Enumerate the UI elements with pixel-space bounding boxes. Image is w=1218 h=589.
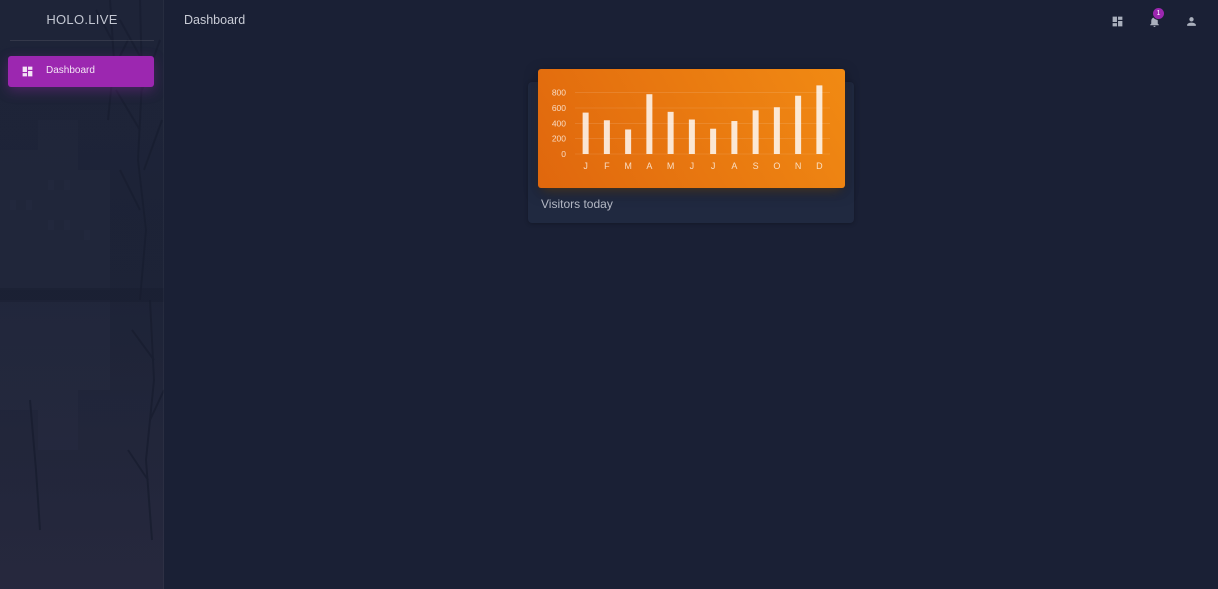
chart-bar[interactable] <box>582 112 589 154</box>
brand-separator <box>10 40 154 41</box>
x-tick-label: O <box>773 161 780 171</box>
x-tick-label: M <box>624 161 632 171</box>
sidebar-divider <box>163 0 164 589</box>
person-icon <box>1186 16 1196 26</box>
x-tick-label: M <box>667 161 675 171</box>
sidebar-item-dashboard[interactable]: Dashboard <box>8 56 154 87</box>
x-tick-label: J <box>583 161 588 171</box>
sidebar-item-label: Dashboard <box>46 65 95 76</box>
chart-bar[interactable] <box>795 95 802 154</box>
brand-logo[interactable]: HOLO.LIVE <box>0 12 164 27</box>
chart-bar[interactable] <box>773 107 780 154</box>
x-tick-label: J <box>711 161 716 171</box>
x-tick-label: S <box>753 161 759 171</box>
chart-bar[interactable] <box>752 110 759 154</box>
chart-bar[interactable] <box>625 129 632 154</box>
x-tick-label: A <box>731 161 737 171</box>
y-tick-label: 200 <box>552 134 566 144</box>
chart-bar[interactable] <box>731 121 738 154</box>
y-tick-label: 800 <box>552 88 566 98</box>
dashboard-button[interactable] <box>1108 12 1126 30</box>
x-tick-label: F <box>604 161 610 171</box>
sidebar-overlay <box>0 0 164 589</box>
x-tick-label: A <box>646 161 652 171</box>
app-root: HOLO.LIVE Dashboard Dashboard 1 0 200 400 6… <box>0 0 1218 589</box>
dashboard-icon <box>1112 16 1122 26</box>
chart-bar[interactable] <box>816 85 823 154</box>
x-tick-label: D <box>816 161 823 171</box>
dashboard-icon <box>22 66 33 77</box>
chart-bar[interactable] <box>710 128 717 154</box>
y-tick-label: 0 <box>561 149 566 159</box>
chart-bar[interactable] <box>667 111 674 154</box>
sidebar: HOLO.LIVE Dashboard <box>0 0 164 589</box>
x-tick-label: J <box>690 161 695 171</box>
chart-bar[interactable] <box>646 94 653 154</box>
chart-panel: 0 200 400 600 800 J F M A M J J A S O N D <box>538 69 845 188</box>
chart-bar[interactable] <box>603 120 610 154</box>
account-button[interactable] <box>1182 12 1200 30</box>
x-tick-label: N <box>795 161 802 171</box>
y-tick-label: 600 <box>552 103 566 113</box>
chart-bar[interactable] <box>688 119 695 155</box>
visitors-chart: 0 200 400 600 800 J F M A M J J A S O N D <box>552 85 830 171</box>
page-title[interactable]: Dashboard <box>184 13 245 27</box>
y-tick-label: 400 <box>552 118 566 128</box>
notification-badge: 1 <box>1153 8 1164 19</box>
card-title: Visitors today <box>541 197 613 211</box>
